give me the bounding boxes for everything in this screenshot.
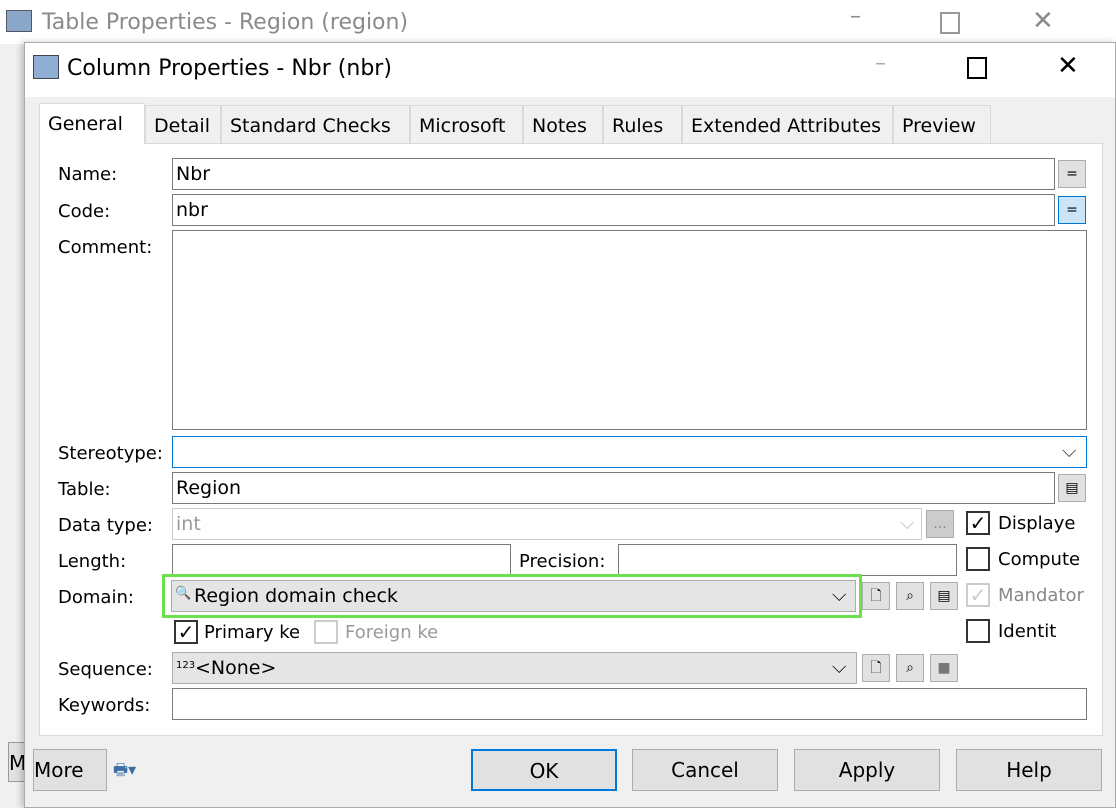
- tab-general[interactable]: General: [39, 103, 145, 144]
- domain-label: Domain:: [58, 587, 134, 608]
- tab-preview[interactable]: Preview: [893, 105, 991, 143]
- chevron-down-icon[interactable]: ⌵: [1062, 440, 1076, 462]
- column-properties-dialog: Column Properties - Nbr (nbr) – ✕ Genera…: [24, 42, 1116, 808]
- mandatory-checkbox: ✓: [966, 583, 990, 607]
- sequence-icon: 123: [176, 660, 196, 671]
- general-panel: Name: Nbr = Code: nbr = Comment: Stereot…: [39, 143, 1103, 736]
- new-domain-button[interactable]: 🗋: [862, 582, 890, 610]
- displayed-label: Displaye: [998, 513, 1076, 534]
- code-input[interactable]: nbr: [172, 194, 1055, 226]
- name-code-sync-button[interactable]: =: [1058, 160, 1086, 188]
- name-label: Name:: [58, 164, 118, 185]
- identity-checkbox[interactable]: [966, 619, 990, 643]
- table-input: Region: [172, 472, 1055, 504]
- maximize-icon[interactable]: [967, 57, 987, 79]
- comment-textarea[interactable]: [172, 230, 1087, 430]
- tab-microsoft[interactable]: Microsoft: [410, 105, 523, 143]
- computed-checkbox[interactable]: [966, 547, 990, 571]
- title-bar: Column Properties - Nbr (nbr) – ✕: [25, 43, 1115, 97]
- name-input[interactable]: Nbr: [172, 158, 1055, 190]
- datatype-label: Data type:: [58, 515, 153, 536]
- table-label: Table:: [58, 479, 111, 500]
- precision-label: Precision:: [519, 551, 606, 572]
- tab-detail[interactable]: Detail: [145, 105, 221, 143]
- code-name-sync-button[interactable]: =: [1058, 196, 1086, 224]
- close-icon[interactable]: ✕: [1032, 6, 1054, 36]
- datatype-browse-button[interactable]: ...: [926, 510, 954, 538]
- length-label: Length:: [58, 551, 127, 572]
- comment-label: Comment:: [58, 237, 153, 258]
- minimize-icon[interactable]: –: [875, 51, 886, 76]
- foreign-key-checkbox: [314, 620, 338, 644]
- code-label: Code:: [58, 201, 111, 222]
- dialog-title: Column Properties - Nbr (nbr): [67, 56, 392, 81]
- background-window-title: Table Properties - Region (region): [42, 10, 409, 35]
- domain-combobox[interactable]: Region domain check: [171, 580, 856, 612]
- domain-properties-button[interactable]: ▤: [930, 582, 958, 610]
- length-input[interactable]: [172, 544, 511, 576]
- keywords-label: Keywords:: [58, 695, 151, 716]
- identity-label: Identit: [998, 621, 1057, 642]
- table-properties-button[interactable]: ▤: [1058, 474, 1086, 502]
- column-icon: [33, 55, 59, 79]
- table-icon: [6, 10, 32, 32]
- new-sequence-button[interactable]: 🗋: [862, 654, 890, 682]
- find-domain-button[interactable]: ⌕: [896, 582, 924, 610]
- tab-notes[interactable]: Notes: [523, 105, 603, 143]
- primary-key-checkbox[interactable]: ✓: [174, 620, 198, 644]
- more-button[interactable]: More >>: [33, 749, 107, 791]
- precision-input[interactable]: [618, 544, 957, 576]
- sequence-label: Sequence:: [58, 659, 153, 680]
- sequence-combobox[interactable]: <None>: [172, 652, 857, 684]
- keywords-input[interactable]: [172, 688, 1087, 720]
- tab-extended-attributes[interactable]: Extended Attributes: [682, 105, 893, 143]
- help-button[interactable]: Help: [956, 749, 1102, 791]
- stereotype-label: Stereotype:: [58, 443, 163, 464]
- apply-button[interactable]: Apply: [794, 749, 940, 791]
- stereotype-combobox[interactable]: [172, 436, 1087, 468]
- computed-label: Compute: [998, 549, 1081, 570]
- minimize-icon[interactable]: –: [850, 4, 861, 29]
- cancel-button[interactable]: Cancel: [632, 749, 778, 791]
- close-icon[interactable]: ✕: [1057, 51, 1079, 81]
- chevron-down-icon: ⌵: [900, 512, 915, 534]
- tab-standard-checks[interactable]: Standard Checks: [221, 105, 410, 143]
- domain-icon: 🔍: [175, 586, 192, 601]
- primary-key-label: Primary ke: [204, 622, 301, 643]
- tab-rules[interactable]: Rules: [603, 105, 682, 143]
- foreign-key-label: Foreign ke: [345, 622, 439, 643]
- datatype-combobox[interactable]: int: [172, 508, 922, 540]
- chevron-down-icon[interactable]: ⌵: [832, 656, 846, 678]
- chevron-down-icon[interactable]: ⌵: [832, 584, 846, 606]
- mandatory-label: Mandator: [998, 585, 1084, 606]
- displayed-checkbox[interactable]: ✓: [966, 511, 990, 535]
- ok-button[interactable]: OK: [471, 749, 617, 791]
- background-title-bar: Table Properties - Region (region) – ✕: [0, 0, 1116, 44]
- print-menu-icon[interactable]: 🖶▾: [113, 759, 136, 786]
- sequence-properties-button: ■: [930, 654, 958, 682]
- maximize-icon[interactable]: [940, 12, 960, 34]
- find-sequence-button[interactable]: ⌕: [896, 654, 924, 682]
